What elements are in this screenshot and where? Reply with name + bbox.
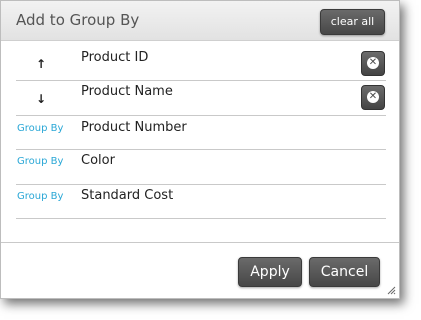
group-by-link[interactable]: Group By <box>17 123 63 134</box>
remove-group-button[interactable]: ✕ <box>361 85 385 110</box>
close-icon: ✕ <box>367 91 379 103</box>
group-by-link[interactable]: Group By <box>17 191 63 202</box>
resize-grip-icon[interactable] <box>386 285 396 295</box>
field-name: Color <box>81 153 115 168</box>
cancel-button[interactable]: Cancel <box>309 257 380 287</box>
field-name: Product ID <box>81 50 149 65</box>
add-to-group-by-dialog: Add to Group By clear all ↑ Product ID ✕… <box>0 0 400 299</box>
available-row-color: Group By Color <box>16 150 386 185</box>
dialog-header: Add to Group By clear all <box>1 1 399 41</box>
field-name: Product Number <box>81 120 187 135</box>
sort-descending-icon[interactable]: ↓ <box>36 92 46 106</box>
remove-group-button[interactable]: ✕ <box>361 51 385 76</box>
clear-all-button[interactable]: clear all <box>320 9 385 35</box>
dialog-title: Add to Group By <box>16 11 140 29</box>
grouped-row-product-name: ↓ Product Name ✕ <box>16 81 386 116</box>
group-by-link[interactable]: Group By <box>17 156 63 167</box>
field-name: Product Name <box>81 84 173 99</box>
close-icon: ✕ <box>367 57 379 69</box>
footer-divider <box>1 242 399 243</box>
sort-ascending-icon[interactable]: ↑ <box>36 57 46 71</box>
available-row-product-number: Group By Product Number <box>16 116 386 150</box>
apply-button[interactable]: Apply <box>238 257 302 287</box>
available-row-standard-cost: Group By Standard Cost <box>16 185 386 219</box>
grouped-row-product-id: ↑ Product ID ✕ <box>16 43 386 81</box>
field-name: Standard Cost <box>81 188 174 203</box>
